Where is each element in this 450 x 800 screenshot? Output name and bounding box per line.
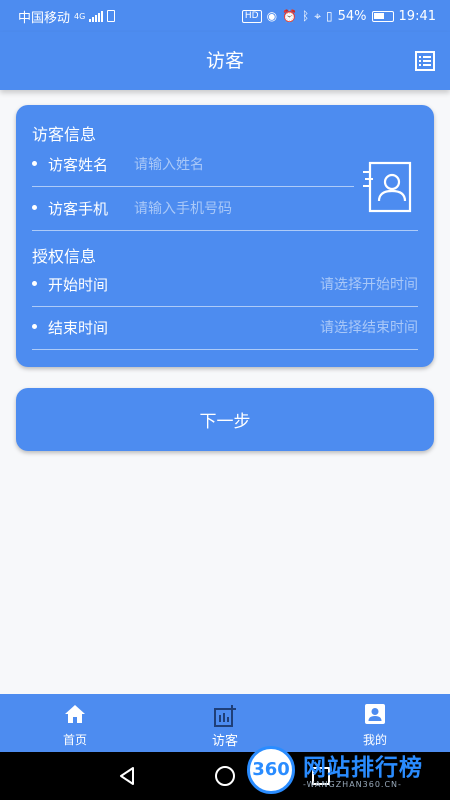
visitor-name-label: 访客姓名 [48, 156, 109, 174]
contact-card-icon[interactable] [362, 160, 412, 214]
visitor-icon [214, 705, 236, 727]
end-time-label: 结束时间 [48, 319, 109, 337]
visitor-name-row: 访客姓名 [32, 143, 354, 187]
signal-icon [89, 10, 104, 22]
nav-item-home[interactable]: 首页 [0, 694, 150, 752]
visitor-info-title: 访客信息 [32, 125, 97, 144]
eye-icon: ◉ [266, 9, 278, 23]
battery-percent: 54% [337, 8, 367, 24]
location-icon: ⌖ [314, 8, 322, 23]
bluetooth-icon: ᛒ [302, 9, 310, 23]
visitor-phone-label: 访客手机 [48, 200, 109, 218]
visitor-phone-input[interactable] [134, 199, 334, 219]
hd-icon: HD [241, 9, 262, 23]
watermark-subtext: -WANGZHAN360.CN- [303, 780, 402, 789]
visitor-form-card: 访客信息 访客姓名 访客手机 授权信息 开始时间 请选择开始时间 结束时间 请选… [16, 105, 434, 367]
battery-icon [371, 10, 394, 22]
start-time-picker[interactable]: 请选择开始时间 [320, 263, 418, 307]
bullet-dot [32, 205, 37, 210]
page-title: 访客 [205, 50, 244, 72]
back-icon[interactable] [116, 765, 138, 787]
status-right: HD ◉ ⏰ ᛒ ⌖ ▯ 54% 19:41 [241, 8, 436, 24]
watermark-text: 网站排行榜 [303, 755, 423, 781]
bullet-dot [32, 281, 37, 286]
nav-label-home: 首页 [62, 733, 87, 747]
app-header: 访客 [0, 32, 450, 90]
network-type: 4G [74, 11, 86, 21]
status-left: 中国移动 4G [18, 7, 116, 26]
start-time-label: 开始时间 [48, 276, 109, 294]
watermark-number: 360 [252, 759, 290, 780]
sim-icon [107, 10, 116, 22]
profile-icon [365, 704, 385, 724]
visitor-name-input[interactable] [134, 155, 334, 175]
status-bar: 中国移动 4G HD ◉ ⏰ ᛒ ⌖ ▯ 54% 19:41 [0, 0, 450, 32]
bullet-dot [32, 161, 37, 166]
end-time-row[interactable]: 结束时间 请选择结束时间 [32, 306, 418, 350]
bullet-dot [32, 324, 37, 329]
start-time-row[interactable]: 开始时间 请选择开始时间 [32, 263, 418, 307]
home-circle-icon[interactable] [214, 765, 236, 787]
clock: 19:41 [398, 8, 436, 24]
visitor-phone-row: 访客手机 [32, 187, 418, 231]
vibrate-icon: ▯ [326, 9, 333, 23]
alarm-icon: ⏰ [282, 9, 298, 23]
home-icon [65, 705, 85, 723]
end-time-picker[interactable]: 请选择结束时间 [320, 306, 418, 350]
carrier-name: 中国移动 [18, 10, 71, 26]
next-step-button[interactable]: 下一步 [16, 388, 434, 451]
list-icon[interactable] [414, 50, 436, 72]
watermark: 360 网站排行榜 -WANGZHAN360.CN- [245, 744, 450, 800]
